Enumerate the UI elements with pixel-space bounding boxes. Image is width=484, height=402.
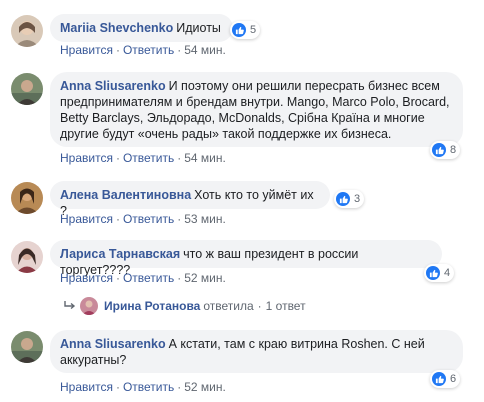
reply-link[interactable]: Ответить [123, 212, 174, 226]
comment-bubble: Mariia Shevchenko Идиоты [50, 14, 233, 42]
comment-time[interactable]: 52 мин. [184, 380, 226, 394]
comment-author[interactable]: Лариса Тарнавская [60, 247, 180, 261]
reply-link[interactable]: Ответить [123, 380, 174, 394]
avatar[interactable] [11, 15, 43, 47]
reaction-number: 5 [250, 24, 257, 36]
reply-link[interactable]: Ответить [123, 151, 174, 165]
comment-bubble: Anna Sliusarenko А кстати, там с краю вит… [50, 330, 463, 373]
separator: · [177, 43, 182, 57]
separator: · [177, 151, 182, 165]
avatar[interactable] [11, 241, 43, 273]
comment-author[interactable]: Mariia Shevchenko [60, 21, 173, 35]
comment-actions: Нравится · Ответить · 53 мин. [60, 212, 226, 226]
reply-verb: ответила [203, 299, 254, 313]
like-icon [426, 266, 440, 280]
like-link[interactable]: Нравится [60, 43, 113, 57]
reaction-count[interactable]: 6 [430, 370, 461, 388]
comment-actions: Нравится · Ответить · 52 мин. [60, 271, 226, 285]
reply-count[interactable]: 1 ответ [266, 299, 306, 313]
reaction-number: 6 [450, 373, 457, 385]
like-link[interactable]: Нравится [60, 271, 113, 285]
like-icon [232, 23, 246, 37]
reaction-count[interactable]: 8 [430, 141, 461, 159]
like-link[interactable]: Нравится [60, 380, 113, 394]
avatar[interactable] [11, 331, 43, 363]
separator: · [115, 43, 120, 57]
reaction-count[interactable]: 4 [424, 264, 455, 282]
like-icon [336, 192, 350, 206]
comment-time[interactable]: 54 мин. [184, 151, 226, 165]
separator: · [257, 299, 262, 313]
reply-thread-link[interactable]: Ирина Ротанова ответила · 1 ответ [64, 297, 306, 315]
comment-time[interactable]: 52 мин. [184, 271, 226, 285]
comment-text: Идиоты [176, 21, 221, 35]
reply-author[interactable]: Ирина Ротанова [104, 299, 200, 313]
avatar[interactable] [11, 73, 43, 105]
reply-author-avatar[interactable] [80, 297, 98, 315]
comment-bubble: Лариса Тарнавская что ж ваш президент в р… [50, 240, 442, 277]
reaction-number: 8 [450, 144, 457, 156]
comment-bubble: Anna Sliusarenko И поэтому они решили пер… [50, 72, 463, 147]
avatar[interactable] [11, 182, 43, 214]
comment-bubble: Алена Валентиновна Хоть кто то уймёт их ? [50, 181, 330, 218]
comment-author[interactable]: Алена Валентиновна [60, 188, 191, 202]
separator: · [177, 271, 182, 285]
separator: · [115, 380, 120, 394]
comment-actions: Нравится · Ответить · 54 мин. [60, 151, 226, 165]
like-icon [432, 143, 446, 157]
separator: · [177, 380, 182, 394]
separator: · [177, 212, 182, 226]
reply-link[interactable]: Ответить [123, 271, 174, 285]
comment-time[interactable]: 54 мин. [184, 43, 226, 57]
like-icon [432, 372, 446, 386]
separator: · [115, 151, 120, 165]
comment-time[interactable]: 53 мин. [184, 212, 226, 226]
reaction-count[interactable]: 5 [230, 21, 261, 39]
comment-author[interactable]: Anna Sliusarenko [60, 79, 166, 93]
like-link[interactable]: Нравится [60, 212, 113, 226]
comment-actions: Нравится · Ответить · 54 мин. [60, 43, 226, 57]
separator: · [115, 271, 120, 285]
comment-author[interactable]: Anna Sliusarenko [60, 337, 166, 351]
separator: · [115, 212, 120, 226]
reaction-count[interactable]: 3 [334, 190, 365, 208]
comment-actions: Нравится · Ответить · 52 мин. [60, 380, 226, 394]
like-link[interactable]: Нравится [60, 151, 113, 165]
reaction-number: 3 [354, 193, 361, 205]
reply-arrow-icon [64, 299, 76, 313]
reaction-number: 4 [444, 267, 451, 279]
reply-link[interactable]: Ответить [123, 43, 174, 57]
